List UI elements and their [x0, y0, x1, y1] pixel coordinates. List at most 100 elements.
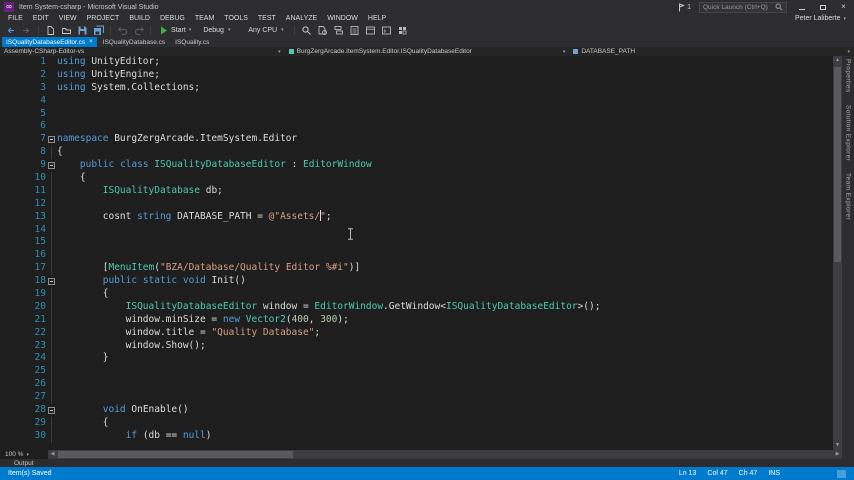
menu-help[interactable]: HELP: [363, 15, 391, 22]
project-dropdown[interactable]: Assembly-CSharp-Editor-vs ▾: [0, 47, 285, 56]
tab-ISQuality.cs[interactable]: ISQuality.cs: [171, 37, 213, 47]
code-line[interactable]: 3 using System.Collections;: [0, 82, 842, 95]
code-line[interactable]: 19 {: [0, 288, 842, 301]
minimize-button[interactable]: [795, 2, 808, 13]
code-line[interactable]: 26: [0, 378, 842, 392]
code-line[interactable]: 22 window.title = "Quality Database";: [0, 326, 842, 340]
menu-debug[interactable]: DEBUG: [155, 15, 190, 22]
code-line[interactable]: 13 cosnt string DATABASE_PATH = @"Assets…: [0, 209, 842, 224]
tab-ISQualityDatabaseEditor.cs[interactable]: ISQualityDatabaseEditor.cs ×: [2, 37, 97, 47]
side-tab-solution-explorer[interactable]: Solution Explorer: [845, 105, 852, 161]
code-text: {: [57, 288, 109, 300]
scroll-left-arrow-icon[interactable]: ◀: [48, 450, 57, 459]
code-line[interactable]: 12: [0, 197, 842, 211]
menu-edit[interactable]: EDIT: [28, 15, 54, 22]
maximize-button[interactable]: [816, 2, 829, 13]
code-editor[interactable]: 1 using UnityEditor; 2 using UnityEngine; 3 u…: [0, 56, 842, 450]
quick-launch-input[interactable]: Quick Launch (Ctrl+Q): [699, 1, 787, 13]
menu-build[interactable]: BUILD: [124, 15, 155, 22]
code-line[interactable]: 9 public class ISQualityDatabaseEditor :…: [0, 159, 842, 172]
find-in-files-icon[interactable]: [316, 24, 329, 36]
tab-ISQualityDatabase.cs[interactable]: ISQualityDatabase.cs: [99, 37, 170, 47]
navigate-back-icon[interactable]: [4, 24, 17, 36]
menu-test[interactable]: TEST: [253, 15, 281, 22]
code-line[interactable]: 17 [MenuItem("BZA/Database/Quality Edito…: [0, 262, 842, 276]
output-window-icon[interactable]: [364, 24, 377, 36]
fold-margin: [46, 300, 57, 314]
solution-configuration-dropdown[interactable]: Debug ▾: [198, 27, 240, 34]
fold-toggle[interactable]: [46, 159, 57, 172]
find-icon[interactable]: [300, 24, 313, 36]
collapse-minus-icon[interactable]: [48, 406, 55, 414]
code-line[interactable]: 21 window.minSize = new Vector2(400, 300…: [0, 313, 842, 327]
code-line[interactable]: 20 ISQualityDatabaseEditor window = Edit…: [0, 300, 842, 314]
member-name: DATABASE_PATH: [581, 48, 636, 55]
menu-team[interactable]: TEAM: [190, 15, 219, 22]
chevron-down-icon: ▾: [26, 451, 29, 458]
side-tab-properties[interactable]: Properties: [845, 59, 852, 93]
status-character: Ch 47: [738, 470, 758, 477]
solution-platform-dropdown[interactable]: Any CPU ▾: [243, 27, 288, 34]
menu-analyze[interactable]: ANALYZE: [281, 15, 322, 22]
menu-window[interactable]: WINDOW: [322, 15, 363, 22]
new-file-icon[interactable]: [44, 24, 57, 36]
code-line[interactable]: 18 public static void Init(): [0, 275, 842, 288]
fold-toggle[interactable]: [46, 404, 57, 417]
horizontal-scrollbar[interactable]: ◀ ▶: [48, 450, 842, 459]
code-line[interactable]: 4: [0, 95, 842, 108]
code-line[interactable]: 7 namespace BurgZergArcade.ItemSystem.Edi…: [0, 133, 842, 146]
output-tab[interactable]: Output: [14, 460, 34, 467]
start-debug-button[interactable]: Start ▾: [156, 26, 195, 35]
signed-in-user-dropdown[interactable]: Peter Laliberte ▾: [795, 15, 846, 22]
code-line[interactable]: 28 void OnEnable(): [0, 404, 842, 417]
scroll-down-arrow-icon[interactable]: ▼: [833, 441, 842, 450]
collapse-minus-icon[interactable]: [48, 135, 55, 143]
code-line[interactable]: 6: [0, 120, 842, 133]
menu-tools[interactable]: TOOLS: [219, 15, 253, 22]
code-line[interactable]: 11 ISQualityDatabase db;: [0, 184, 842, 198]
solution-explorer-icon[interactable]: [332, 24, 345, 36]
menu-view[interactable]: VIEW: [54, 15, 82, 22]
code-line[interactable]: 16: [0, 249, 842, 263]
code-line[interactable]: 29 {: [0, 416, 842, 430]
member-dropdown[interactable]: DATABASE_PATH ▾: [569, 47, 854, 56]
vertical-scrollbar-thumb[interactable]: [834, 67, 841, 262]
fold-toggle[interactable]: [46, 133, 57, 146]
collapse-minus-icon[interactable]: [48, 161, 55, 169]
code-line[interactable]: 30 if (db == null): [0, 429, 842, 443]
command-window-icon[interactable]: [380, 24, 393, 36]
chevron-down-icon: ▾: [278, 48, 281, 55]
properties-window-icon[interactable]: [348, 24, 361, 36]
code-line[interactable]: 23 window.Show();: [0, 339, 842, 353]
code-line[interactable]: 10 {: [0, 172, 842, 185]
code-line[interactable]: 8{: [0, 146, 842, 160]
code-line[interactable]: 1 using UnityEditor;: [0, 56, 842, 69]
save-icon[interactable]: [76, 24, 89, 36]
code-line[interactable]: 25: [0, 365, 842, 379]
tab-close-icon[interactable]: ×: [89, 39, 93, 45]
extensions-icon[interactable]: [396, 24, 409, 36]
save-all-icon[interactable]: [92, 24, 105, 36]
vertical-scrollbar[interactable]: ▲ ▼: [833, 56, 842, 450]
collapse-minus-icon[interactable]: [48, 277, 55, 285]
code-line[interactable]: 14: [0, 223, 842, 237]
close-button[interactable]: ×: [837, 2, 850, 13]
line-number: 3: [40, 81, 46, 93]
code-line[interactable]: 27: [0, 391, 842, 404]
code-line[interactable]: 2 using UnityEngine;: [0, 69, 842, 82]
code-line[interactable]: 5: [0, 108, 842, 121]
fold-toggle[interactable]: [46, 275, 57, 288]
open-file-icon[interactable]: [60, 24, 73, 36]
code-line[interactable]: 15: [0, 236, 842, 250]
scroll-up-arrow-icon[interactable]: ▲: [833, 56, 842, 65]
menu-file[interactable]: FILE: [3, 15, 28, 22]
horizontal-scrollbar-thumb[interactable]: [58, 451, 293, 458]
menu-project[interactable]: PROJECT: [82, 15, 125, 22]
zoom-control[interactable]: 100 % ▾: [0, 450, 29, 459]
notifications-flag-icon[interactable]: 1: [678, 2, 691, 12]
side-tab-team-explorer[interactable]: Team Explorer: [845, 173, 852, 220]
line-number: 13: [34, 210, 46, 222]
scroll-right-arrow-icon[interactable]: ▶: [833, 450, 842, 459]
code-line[interactable]: 24 }: [0, 352, 842, 366]
type-dropdown[interactable]: BurgZergArcade.ItemSystem.Editor.ISQuali…: [285, 47, 570, 56]
